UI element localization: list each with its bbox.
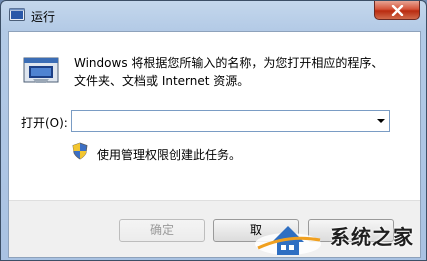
- open-label: 打开(O):: [21, 116, 68, 130]
- chevron-down-icon[interactable]: [377, 119, 385, 123]
- close-x-icon: [391, 5, 404, 16]
- house-logo-icon: [255, 226, 321, 255]
- watermark-text: 系统之家: [330, 225, 414, 249]
- close-button[interactable]: [374, 1, 420, 20]
- description-line-1: Windows 将根据您所输入的名称，为您打开相应的程序、: [74, 56, 384, 70]
- open-combobox[interactable]: [71, 110, 390, 132]
- title-bar[interactable]: 运行: [1, 1, 426, 31]
- run-app-icon: [9, 8, 25, 21]
- admin-privilege-note: 使用管理权限创建此任务。: [97, 148, 242, 162]
- run-description: Windows 将根据您所输入的名称，为您打开相应的程序、 文件夹、文档或 In…: [74, 54, 383, 90]
- run-program-icon: [23, 57, 59, 83]
- uac-shield-icon: [72, 142, 88, 160]
- window-title: 运行: [31, 10, 56, 24]
- ok-button[interactable]: 确定: [119, 219, 205, 242]
- watermark: 系统之家: [250, 212, 427, 261]
- description-line-2: 文件夹、文档或 Internet 资源。: [74, 74, 250, 88]
